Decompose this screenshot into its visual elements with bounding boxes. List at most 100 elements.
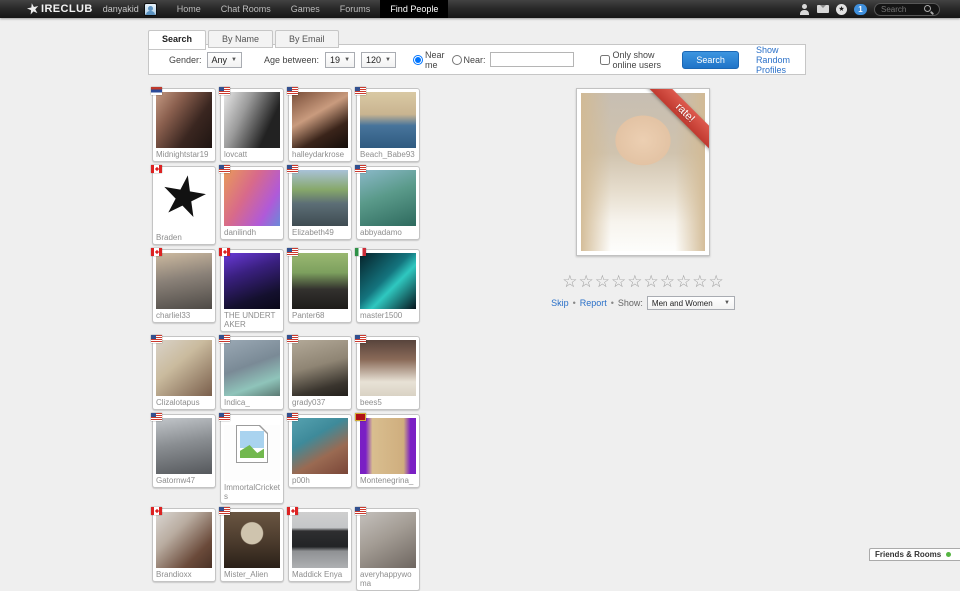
profile-card-charliel33[interactable]: charliel33 xyxy=(152,249,216,323)
profile-card-master1500[interactable]: master1500 xyxy=(356,249,420,323)
near-radio[interactable] xyxy=(452,55,462,65)
profile-card-montenegrina[interactable]: Montenegrina_ xyxy=(356,414,420,488)
wireclub-logo[interactable]: IRECLUB xyxy=(27,3,93,15)
profile-card-beach-babe93[interactable]: Beach_Babe93 xyxy=(356,88,420,162)
profile-card-braden[interactable]: Braden xyxy=(152,166,216,245)
search-tabs: SearchBy NameBy Email xyxy=(148,30,341,48)
star-icon-2[interactable]: ☆ xyxy=(579,272,594,292)
profile-username: p00h xyxy=(292,476,348,485)
profile-username: Brandioxx xyxy=(156,570,212,579)
star-icon-4[interactable]: ☆ xyxy=(611,272,626,292)
profile-card-averyhappywoma[interactable]: averyhappywoma xyxy=(356,508,420,591)
profile-photo xyxy=(156,253,212,309)
tab-by-email[interactable]: By Email xyxy=(275,30,339,48)
report-link[interactable]: Report xyxy=(580,298,607,308)
profile-username: master1500 xyxy=(360,311,416,320)
nav-chat-rooms[interactable]: Chat Rooms xyxy=(211,0,281,18)
profile-card-clizalotapus[interactable]: Clizalotapus xyxy=(152,336,216,410)
flag-canton xyxy=(287,335,292,339)
profile-card-mister-alien[interactable]: Mister_Alien xyxy=(220,508,284,582)
star-icon-8[interactable]: ☆ xyxy=(676,272,691,292)
profile-photo xyxy=(292,253,348,309)
flag-icon-us xyxy=(151,335,162,343)
profile-card-grady037[interactable]: grady037 xyxy=(288,336,352,410)
separator: • xyxy=(611,298,614,308)
nav-find-people[interactable]: Find People xyxy=(380,0,448,18)
near-label[interactable]: Near: xyxy=(464,55,486,65)
star-icon-1[interactable]: ☆ xyxy=(562,272,577,292)
show-label: Show: xyxy=(618,298,643,308)
near-location-input[interactable] xyxy=(490,52,574,67)
notification-badge[interactable]: 1 xyxy=(854,4,867,15)
profile-icon[interactable] xyxy=(799,4,810,15)
near-me-radio[interactable] xyxy=(413,55,423,65)
profile-username: danilindh xyxy=(224,228,280,237)
skip-link[interactable]: Skip xyxy=(551,298,569,308)
profile-photo xyxy=(156,418,212,474)
tab-by-name[interactable]: By Name xyxy=(208,30,273,48)
profile-card-the-undertaker[interactable]: THE UNDERTAKER xyxy=(220,249,284,332)
user-avatar[interactable] xyxy=(144,3,157,16)
profile-photo xyxy=(224,170,280,226)
profile-username: abbyadamo xyxy=(360,228,416,237)
profile-card-immortalcrickets[interactable]: ImmortalCrickets xyxy=(220,414,284,504)
rate-photo-frame[interactable]: rate! xyxy=(576,88,710,256)
profile-card-p00h[interactable]: p00h xyxy=(288,414,352,488)
profile-username: Montenegrina_ xyxy=(360,476,416,485)
wireclub-logo-icon xyxy=(26,2,40,16)
star-icon-10[interactable]: ☆ xyxy=(709,272,724,292)
star-icon-6[interactable]: ☆ xyxy=(644,272,659,292)
gender-select[interactable]: Any▼ xyxy=(207,52,242,68)
nav-home[interactable]: Home xyxy=(167,0,211,18)
profile-username: Indica_ xyxy=(224,398,280,407)
show-random-profiles-link[interactable]: Show Random Profiles xyxy=(756,45,805,75)
rate-controls: Skip • Report • Show: Men and Women▼ xyxy=(548,296,738,310)
current-username[interactable]: danyakid xyxy=(103,4,139,14)
star-icon-7[interactable]: ☆ xyxy=(660,272,675,292)
flag-canton xyxy=(219,335,224,339)
profile-card-halleydarkrose[interactable]: halleydarkrose xyxy=(288,88,352,162)
show-gender-select[interactable]: Men and Women▼ xyxy=(647,296,735,310)
search-filter-panel: Gender: Any▼ Age between: 19▼ 120▼ Near … xyxy=(148,44,806,75)
age-max-select[interactable]: 120▼ xyxy=(361,52,396,68)
profile-card-elizabeth49[interactable]: Elizabeth49 xyxy=(288,166,352,240)
wireclub-coin-icon[interactable]: ★ xyxy=(836,4,847,15)
star-icon-3[interactable]: ☆ xyxy=(595,272,610,292)
profile-card-abbyadamo[interactable]: abbyadamo xyxy=(356,166,420,240)
profile-username: Panter68 xyxy=(292,311,348,320)
friends-rooms-label: Friends & Rooms xyxy=(875,550,941,559)
mail-icon[interactable] xyxy=(817,5,829,13)
profile-card-indica[interactable]: Indica_ xyxy=(220,336,284,410)
profile-photo xyxy=(292,418,348,474)
flag-icon-us xyxy=(355,335,366,343)
star-icon-9[interactable]: ☆ xyxy=(692,272,707,292)
profile-username: bees5 xyxy=(360,398,416,407)
profile-card-bees5[interactable]: bees5 xyxy=(356,336,420,410)
nav-forums[interactable]: Forums xyxy=(330,0,381,18)
profile-card-maddick-enya[interactable]: Maddick Enya xyxy=(288,508,352,582)
profile-card-brandioxx[interactable]: Brandioxx xyxy=(152,508,216,582)
profile-username: halleydarkrose xyxy=(292,150,348,159)
search-icon[interactable] xyxy=(924,5,933,14)
tab-search[interactable]: Search xyxy=(148,30,206,50)
search-button[interactable]: Search xyxy=(682,51,739,69)
profile-card-gatornw47[interactable]: Gatornw47 xyxy=(152,414,216,488)
profile-card-panter68[interactable]: Panter68 xyxy=(288,249,352,323)
flag-canton xyxy=(355,87,360,91)
header-search-box[interactable] xyxy=(874,3,940,16)
flag-icon-rs xyxy=(151,87,162,95)
online-only-checkbox[interactable] xyxy=(600,55,610,65)
flag-canton xyxy=(287,413,292,417)
profile-username: averyhappywoma xyxy=(360,570,416,588)
header-search-input[interactable] xyxy=(881,5,923,14)
online-only-label[interactable]: Only show online users xyxy=(613,50,663,70)
star-icon-5[interactable]: ☆ xyxy=(627,272,642,292)
nav-games[interactable]: Games xyxy=(281,0,330,18)
profile-card-midnightstar19[interactable]: Midnightstar19 xyxy=(152,88,216,162)
friends-rooms-bar[interactable]: Friends & Rooms xyxy=(869,548,960,561)
profile-card-danilindh[interactable]: danilindh xyxy=(220,166,284,240)
broken-image-sky xyxy=(240,431,264,448)
profile-card-lovcatt[interactable]: lovcatt xyxy=(220,88,284,162)
near-me-label[interactable]: Near me xyxy=(425,50,445,70)
age-min-select[interactable]: 19▼ xyxy=(325,52,355,68)
